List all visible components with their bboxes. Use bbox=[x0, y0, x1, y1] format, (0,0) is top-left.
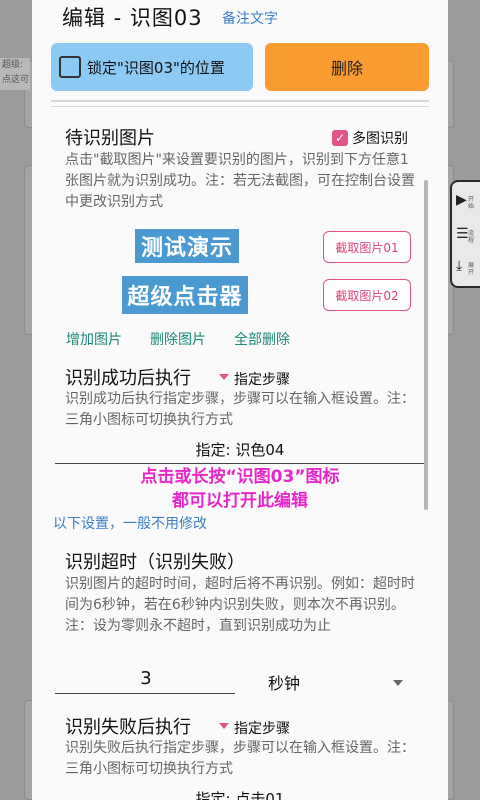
dialog-title: 编辑 - 识图03 bbox=[62, 6, 203, 30]
on-success-mode[interactable]: 指定步骤 bbox=[234, 369, 290, 389]
divider bbox=[51, 100, 429, 102]
delete-image-link[interactable]: 删除图片 bbox=[150, 329, 206, 349]
input-underline bbox=[55, 463, 425, 464]
lock-position-button[interactable]: 锁定"识图03"的位置 bbox=[51, 43, 253, 91]
floating-control-panel[interactable]: ▶ 开始 ☰ 流程 ⤓ 展开 bbox=[450, 180, 480, 288]
delete-all-link[interactable]: 全部删除 bbox=[234, 329, 290, 349]
timeout-description: 识别图片的超时时间，超时后将不再识别。例如：超时时间为6秒钟，若在6秒钟内识别失… bbox=[65, 576, 415, 634]
note-link[interactable]: 备注文字 bbox=[222, 8, 278, 28]
recognize-section-title: 待识别图片 bbox=[65, 128, 155, 149]
lock-checkbox[interactable] bbox=[59, 56, 81, 78]
advanced-settings-note: 以下设置，一般不用修改 bbox=[53, 516, 207, 532]
hint-overlay-line2: 都可以打开此编辑 bbox=[172, 491, 308, 511]
play-icon[interactable]: ▶ bbox=[456, 192, 467, 208]
checkbox-checked-icon[interactable]: ✓ bbox=[332, 130, 348, 146]
on-fail-description: 识别失败后执行指定步骤，步骤可以在输入框设置。注：三角小图标可切换执行方式 bbox=[65, 740, 415, 777]
float-label: 开始 bbox=[468, 196, 475, 210]
recognize-image-2[interactable]: 超级点击器 bbox=[122, 276, 248, 314]
input-underline bbox=[55, 693, 235, 694]
list-icon[interactable]: ☰ bbox=[456, 226, 469, 242]
chevron-down-icon[interactable] bbox=[393, 680, 403, 686]
divider bbox=[51, 106, 429, 107]
recognize-image-1[interactable]: 测试演示 bbox=[135, 229, 239, 263]
on-success-step-input[interactable]: 指定: 识色04 bbox=[55, 439, 425, 460]
multi-recognize-toggle[interactable]: ✓ 多图识别 bbox=[332, 128, 408, 148]
timeout-input[interactable]: 3 bbox=[56, 668, 236, 689]
collapse-icon[interactable]: ⤓ bbox=[456, 258, 462, 274]
float-label: 流程 bbox=[468, 230, 475, 244]
on-fail-title: 识别失败后执行 bbox=[65, 717, 191, 738]
on-success-description: 识别成功后执行指定步骤，步骤可以在输入框设置。注：三角小图标可切换执行方式 bbox=[65, 391, 415, 428]
timeout-title: 识别超时（识别失败） bbox=[65, 552, 245, 573]
on-fail-step-input[interactable]: 指定: 点击01 bbox=[55, 788, 425, 800]
scrollbar[interactable] bbox=[424, 180, 428, 510]
dropdown-triangle-icon[interactable] bbox=[219, 723, 229, 729]
add-image-link[interactable]: 增加图片 bbox=[66, 329, 122, 349]
hint-overlay-line1: 点击或长按“识图03”图标 bbox=[140, 467, 340, 487]
float-label: 展开 bbox=[468, 262, 475, 276]
background-tag: 超级: 点这可 bbox=[0, 58, 30, 90]
recognize-description: 点击"截取图片"来设置要识别的图片，识别到下方任意1张图片就为识别成功。注：若无… bbox=[65, 152, 415, 210]
dropdown-triangle-icon[interactable] bbox=[219, 374, 229, 380]
delete-button[interactable]: 删除 bbox=[265, 43, 429, 91]
dialog-header: 编辑 - 识图03 备注文字 锁定"识图03"的位置 删除 bbox=[32, 0, 448, 108]
on-fail-mode[interactable]: 指定步骤 bbox=[234, 718, 290, 738]
lock-position-label: 锁定"识图03"的位置 bbox=[87, 58, 225, 77]
capture-image-button-1[interactable]: 截取图片01 bbox=[323, 231, 411, 263]
multi-recognize-label: 多图识别 bbox=[352, 131, 408, 147]
capture-image-button-2[interactable]: 截取图片02 bbox=[323, 279, 411, 311]
timeout-unit-select[interactable]: 秒钟 bbox=[268, 670, 300, 694]
on-success-title: 识别成功后执行 bbox=[65, 368, 191, 389]
